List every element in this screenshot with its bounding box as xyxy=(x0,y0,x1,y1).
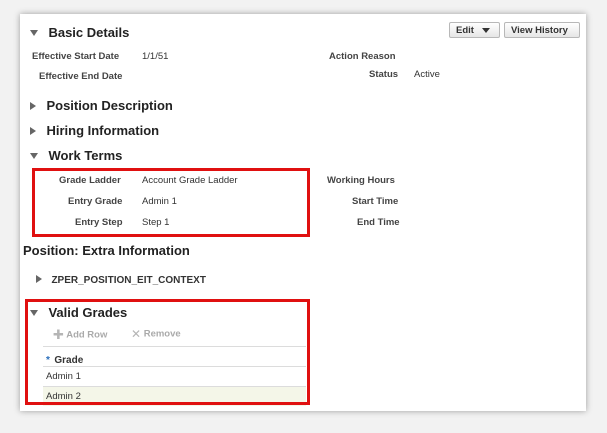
work-terms-title: Work Terms xyxy=(48,148,123,163)
effective-start-date-value: 1/1/51 xyxy=(142,51,169,62)
grade-ladder-value: Account Grade Ladder xyxy=(142,175,238,186)
valid-grades-highlight xyxy=(25,299,310,405)
status-value: Active xyxy=(414,69,440,80)
collapse-triangle-icon xyxy=(30,29,38,36)
effective-start-date-label: Effective Start Date xyxy=(32,51,120,62)
dropdown-caret-icon xyxy=(481,27,490,33)
entry-step-value: Step 1 xyxy=(142,217,170,228)
effective-end-date-label: Effective End Date xyxy=(39,71,123,82)
extra-information-title: Position: Extra Information xyxy=(23,243,190,258)
hiring-information-title: Hiring Information xyxy=(46,123,160,138)
view-history-button[interactable]: View History xyxy=(504,22,580,38)
hiring-information-header[interactable]: Hiring Information xyxy=(30,122,159,140)
eit-context-title: ZPER_POSITION_EIT_CONTEXT xyxy=(51,275,206,286)
edit-button-label: Edit xyxy=(456,25,474,36)
start-time-label: Start Time xyxy=(352,196,399,207)
work-terms-header[interactable]: Work Terms xyxy=(30,147,122,165)
expand-triangle-icon xyxy=(30,126,36,135)
working-hours-label: Working Hours xyxy=(327,175,395,186)
entry-step-label: Entry Step xyxy=(75,217,123,228)
entry-grade-value: Admin 1 xyxy=(142,196,177,207)
status-label: Status xyxy=(369,69,399,80)
basic-details-title: Basic Details xyxy=(48,25,130,40)
grade-ladder-label: Grade Ladder xyxy=(59,175,121,186)
collapse-triangle-icon xyxy=(30,152,38,159)
eit-context-header[interactable]: ZPER_POSITION_EIT_CONTEXT xyxy=(36,270,206,288)
action-reason-label: Action Reason xyxy=(329,51,396,62)
view-history-label: View History xyxy=(511,25,568,36)
position-description-title: Position Description xyxy=(46,98,173,113)
position-description-header[interactable]: Position Description xyxy=(30,97,173,115)
expand-triangle-icon xyxy=(36,274,42,283)
expand-triangle-icon xyxy=(30,101,36,110)
basic-details-header[interactable]: Basic Details xyxy=(30,24,129,42)
main-panel: Basic Details Edit View History Effectiv… xyxy=(20,14,586,411)
end-time-label: End Time xyxy=(357,217,400,228)
edit-button[interactable]: Edit xyxy=(449,22,500,38)
entry-grade-label: Entry Grade xyxy=(68,196,123,207)
